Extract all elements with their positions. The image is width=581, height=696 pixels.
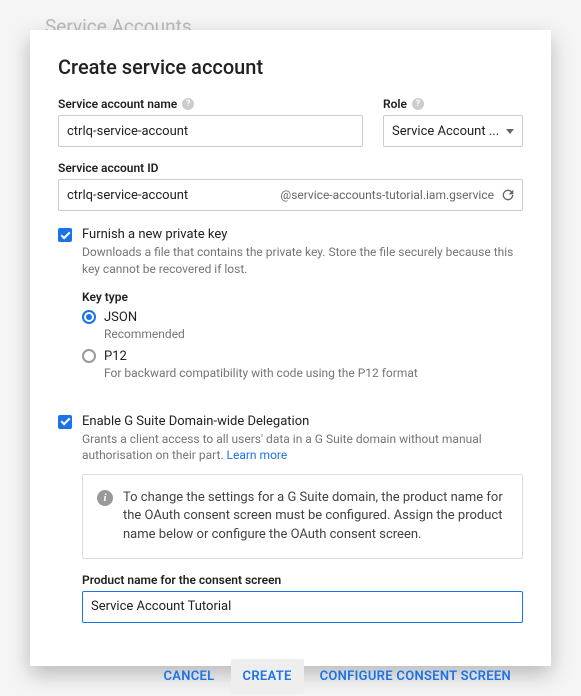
configure-consent-button[interactable]: CONFIGURE CONSENT SCREEN: [308, 659, 523, 694]
oauth-info-box: i To change the settings for a G Suite d…: [82, 474, 523, 559]
furnish-key-label: Furnish a new private key: [82, 227, 227, 242]
key-type-p12-label: P12: [104, 349, 127, 364]
domain-delegation-checkbox[interactable]: [58, 415, 72, 429]
oauth-info-text: To change the settings for a G Suite dom…: [123, 489, 508, 544]
furnish-key-desc: Downloads a file that contains the priva…: [82, 244, 523, 278]
chevron-down-icon: [506, 129, 514, 134]
refresh-icon[interactable]: [500, 187, 516, 203]
key-type-json-label: JSON: [104, 310, 137, 325]
info-icon: i: [97, 490, 113, 506]
role-label: Role: [383, 97, 407, 111]
create-service-account-dialog: Create service account Service account n…: [30, 30, 551, 666]
service-account-id-input[interactable]: [67, 188, 227, 203]
create-button[interactable]: CREATE: [231, 659, 304, 694]
learn-more-link[interactable]: Learn more: [227, 448, 288, 462]
key-type-p12-radio[interactable]: [82, 349, 96, 363]
role-select[interactable]: Service Account ...: [383, 115, 523, 147]
key-type-p12-desc: For backward compatibility with code usi…: [104, 366, 523, 380]
id-label: Service account ID: [58, 161, 158, 175]
domain-delegation-label: Enable G Suite Domain-wide Delegation: [82, 414, 309, 429]
help-icon[interactable]: ?: [182, 98, 194, 110]
furnish-key-checkbox[interactable]: [58, 228, 72, 242]
key-type-json-radio[interactable]: [82, 310, 96, 324]
id-suffix: @service-accounts-tutorial.iam.gservice: [227, 188, 494, 202]
role-value: Service Account ...: [392, 124, 499, 139]
cancel-button[interactable]: CANCEL: [151, 659, 226, 694]
key-type-json-desc: Recommended: [104, 327, 523, 341]
service-account-name-input[interactable]: [58, 115, 363, 147]
help-icon[interactable]: ?: [412, 98, 424, 110]
dialog-title: Create service account: [58, 55, 523, 79]
product-name-label: Product name for the consent screen: [82, 573, 523, 587]
name-label: Service account name: [58, 97, 177, 111]
domain-delegation-desc: Grants a client access to all users' dat…: [82, 431, 523, 465]
product-name-input[interactable]: [82, 591, 523, 623]
key-type-label: Key type: [82, 290, 523, 304]
